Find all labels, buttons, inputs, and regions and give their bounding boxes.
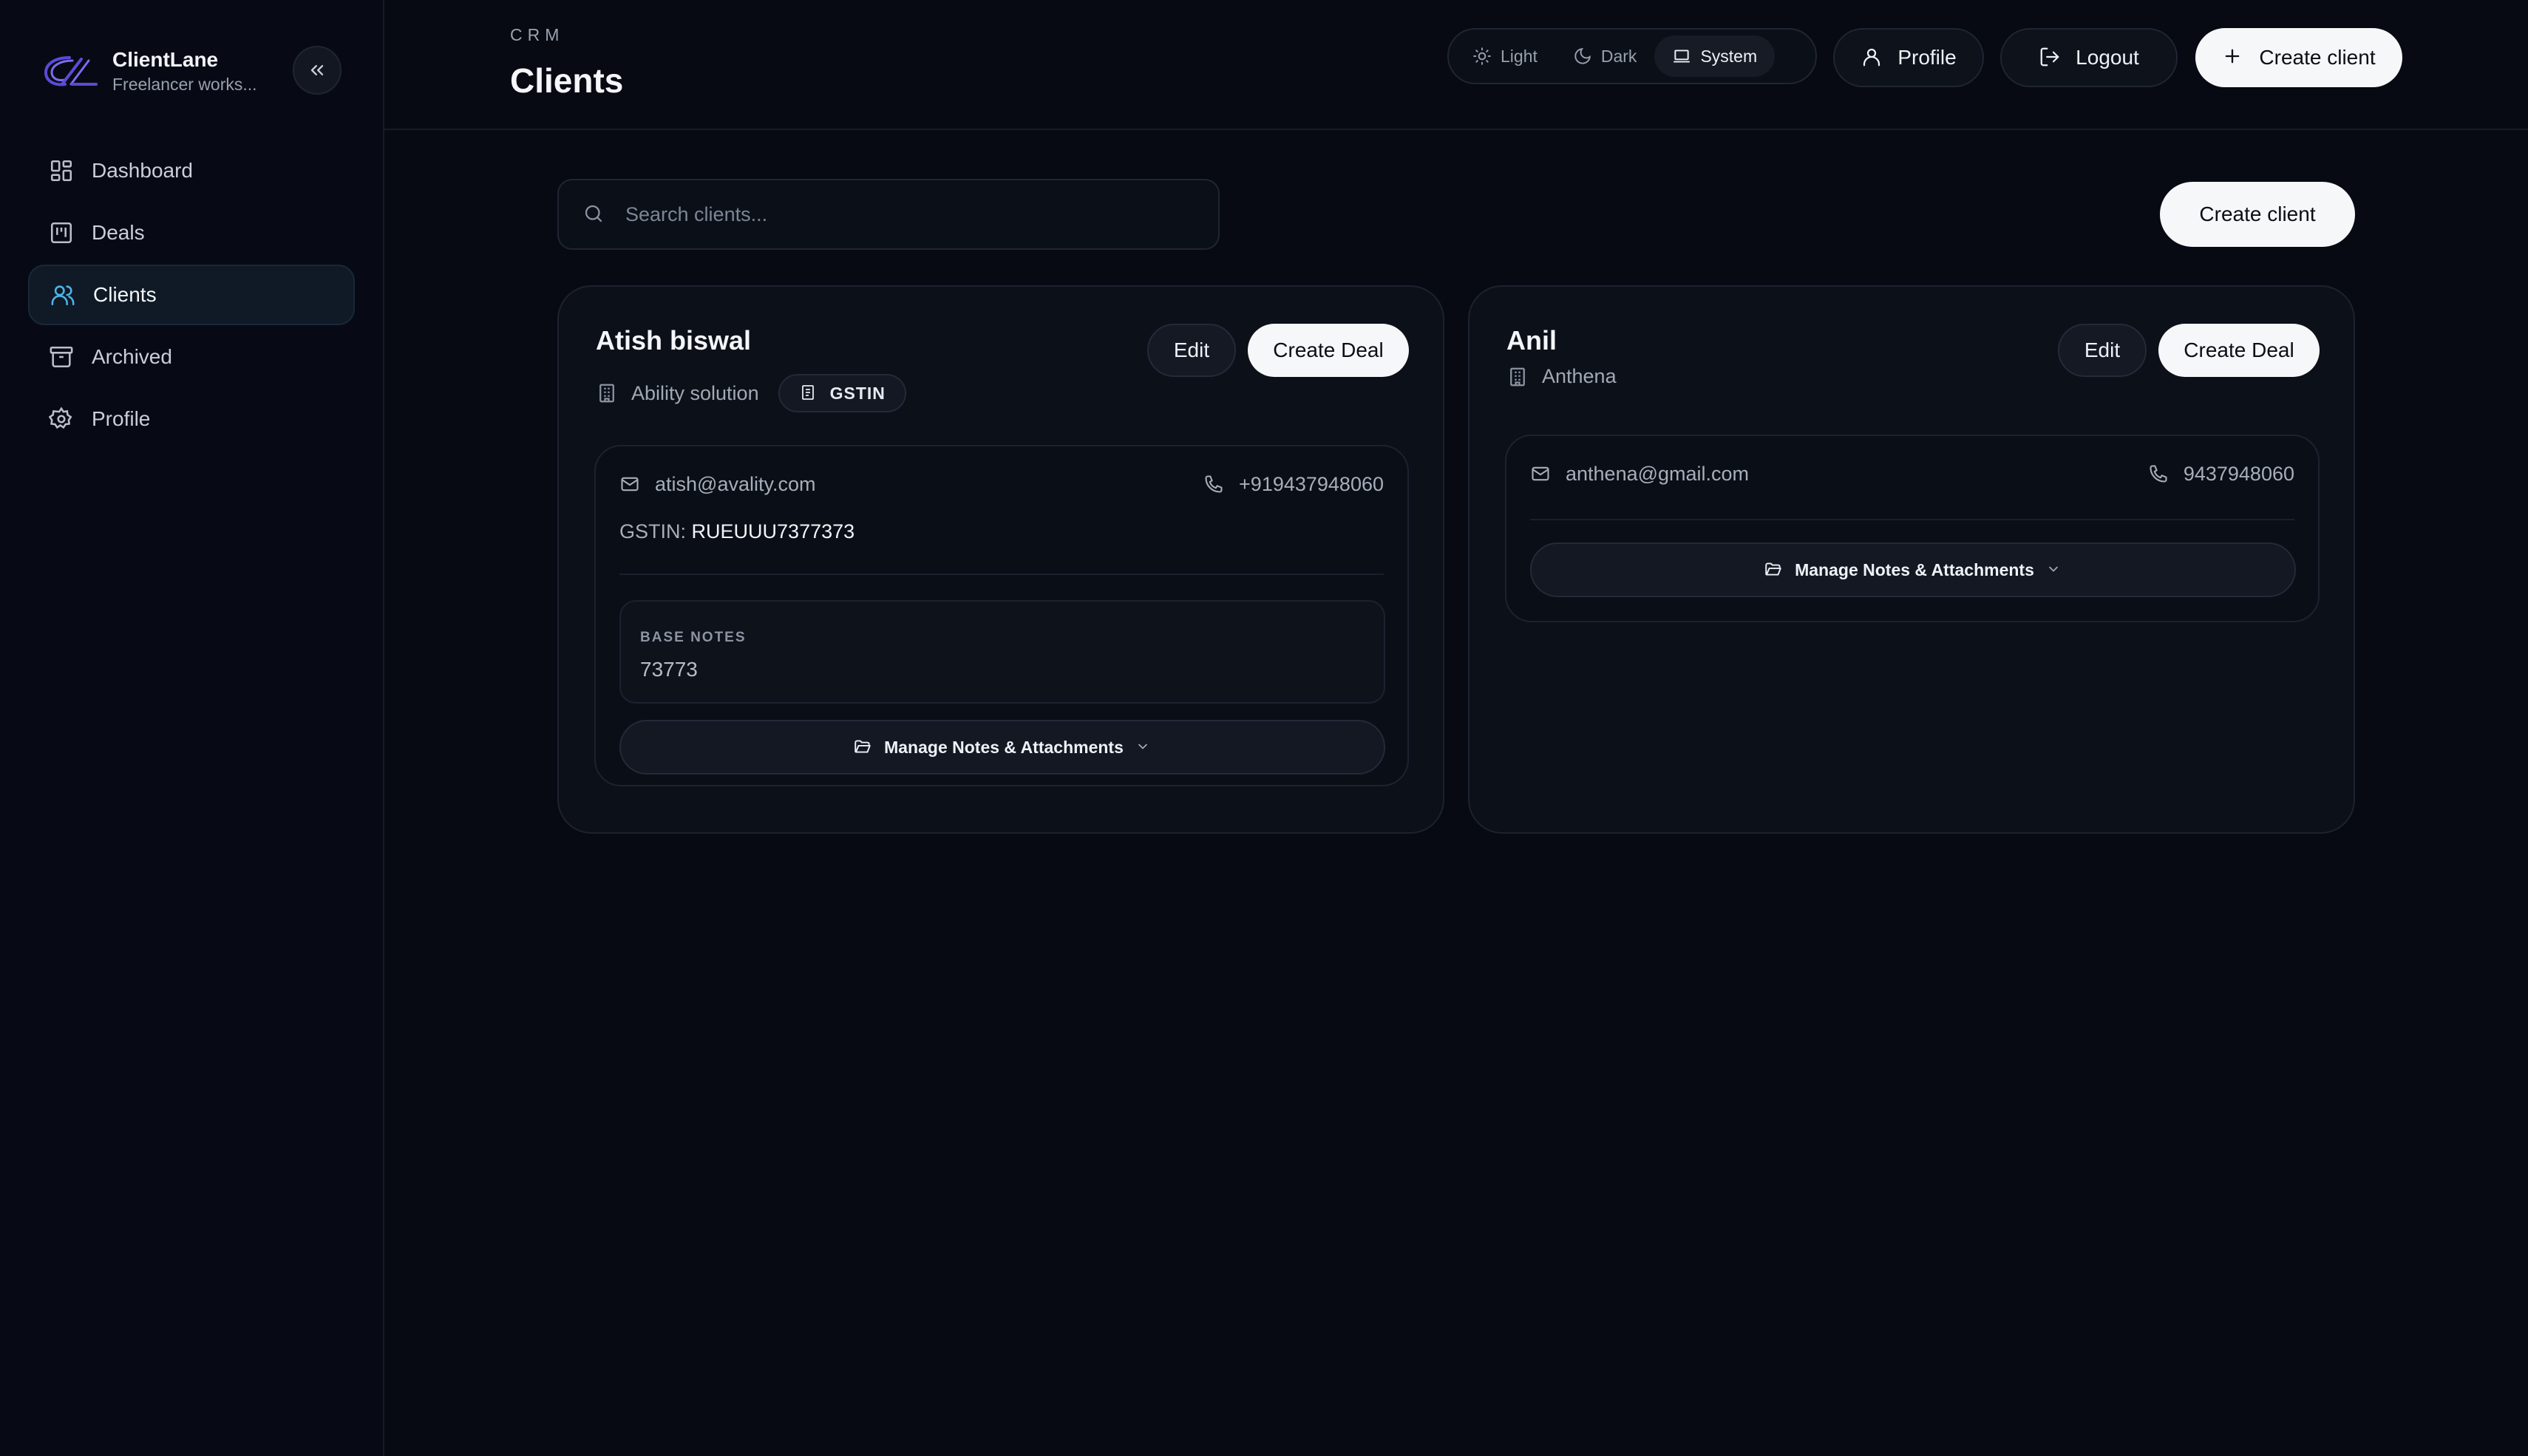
sidebar-item-label: Profile [92, 407, 151, 430]
gear-icon [49, 406, 74, 432]
client-phone[interactable]: 9437948060 [2184, 463, 2294, 486]
client-details-panel: atish@avality.com +919437948060 GSTIN: R… [594, 445, 1409, 786]
client-email[interactable]: anthena@gmail.com [1566, 463, 1749, 486]
header-create-client-button[interactable]: Create client [2195, 28, 2402, 87]
client-company: Anthena [1506, 365, 1617, 388]
cl-logo-icon [40, 43, 102, 99]
gstin-label: GSTIN: [619, 520, 687, 542]
chevrons-left-icon [307, 60, 327, 81]
brand[interactable]: ClientLane Freelancer works... [40, 43, 257, 99]
brand-name: ClientLane [112, 48, 219, 71]
divider [619, 574, 1384, 575]
sidebar-item-archived[interactable]: Archived [28, 327, 355, 387]
chevron-down-icon [2046, 562, 2062, 578]
logout-button-label: Logout [2076, 46, 2139, 69]
create-client-label: Create client [2259, 46, 2376, 69]
sidebar-item-dashboard[interactable]: Dashboard [28, 140, 355, 201]
theme-option-light[interactable]: Light [1455, 35, 1555, 77]
sun-icon [1472, 47, 1492, 66]
base-notes-box: BASE NOTES 73773 [619, 600, 1385, 704]
base-notes-label: BASE NOTES [640, 630, 747, 645]
theme-option-dark[interactable]: Dark [1555, 35, 1655, 77]
search-bar[interactable] [557, 179, 1220, 250]
gstin-badge: GSTIN [778, 374, 906, 412]
edit-client-button[interactable]: Edit [1147, 324, 1236, 377]
user-icon [1861, 46, 1884, 69]
gstin-badge-label: GSTIN [829, 383, 886, 403]
sidebar-item-label: Deals [92, 221, 145, 244]
theme-switcher: Light Dark System [1447, 28, 1817, 84]
breadcrumb: CRM [510, 25, 565, 44]
client-card: Anil Anthena Edit Create Deal anthena@gm… [1468, 285, 2355, 834]
collapse-sidebar-button[interactable] [293, 46, 342, 95]
building-icon [596, 382, 618, 404]
users-icon [50, 282, 75, 307]
phone-icon [2148, 463, 2170, 486]
theme-option-system[interactable]: System [1654, 35, 1776, 77]
building-icon [1506, 366, 1529, 388]
manage-notes-label: Manage Notes & Attachments [1795, 559, 2034, 579]
divider [1530, 519, 2294, 520]
profile-button[interactable]: Profile [1833, 28, 1984, 87]
client-name: Anil [1506, 325, 1557, 356]
client-phone-row: +919437948060 [1203, 473, 1384, 496]
kanban-icon [49, 220, 74, 245]
mail-icon [1530, 463, 1552, 486]
plus-icon [2222, 46, 2246, 69]
receipt-icon [799, 384, 818, 403]
search-icon [582, 203, 606, 226]
profile-button-label: Profile [1897, 46, 1957, 69]
create-deal-button[interactable]: Create Deal [1248, 324, 1409, 377]
client-gstin-row: GSTIN: RUEUUU7377373 [619, 520, 854, 543]
grid-icon [49, 158, 74, 183]
client-email[interactable]: atish@avality.com [655, 473, 815, 496]
client-email-row: anthena@gmail.com [1530, 463, 1749, 486]
theme-option-label: System [1700, 46, 1758, 66]
sidebar: ClientLane Freelancer works... Dashboard… [0, 0, 384, 1456]
create-deal-button[interactable]: Create Deal [2158, 324, 2320, 377]
laptop-icon [1672, 47, 1691, 66]
sidebar-item-label: Dashboard [92, 159, 193, 182]
client-phone-row: 9437948060 [2148, 463, 2294, 486]
gstin-value: RUEUUU7377373 [691, 520, 855, 542]
search-input[interactable] [625, 203, 1202, 226]
chevron-down-icon [1135, 739, 1152, 755]
create-client-button[interactable]: Create client [2160, 182, 2355, 247]
sidebar-item-clients[interactable]: Clients [28, 265, 355, 325]
client-company-name: Anthena [1542, 365, 1617, 387]
sidebar-nav: Dashboard Deals Clients Archived Profile [28, 140, 355, 451]
manage-notes-attachments-button[interactable]: Manage Notes & Attachments [619, 720, 1385, 775]
folder-open-icon [1764, 559, 1784, 580]
sidebar-item-label: Clients [93, 283, 157, 306]
client-name: Atish biswal [596, 325, 752, 356]
base-notes-value: 73773 [640, 658, 698, 681]
archive-icon [49, 344, 74, 370]
client-details-panel: anthena@gmail.com 9437948060 Manage Note… [1505, 435, 2320, 622]
client-company: Ability solution GSTIN [596, 374, 906, 412]
folder-open-icon [853, 737, 874, 758]
client-company-name: Ability solution [631, 381, 759, 404]
page-title: Clients [510, 61, 624, 100]
logout-button[interactable]: Logout [2000, 28, 2178, 87]
theme-option-label: Dark [1600, 46, 1637, 66]
top-header: CRM Clients Light Dark System Profile Lo… [384, 0, 2528, 130]
brand-subtitle: Freelancer works... [112, 75, 257, 94]
mail-icon [619, 474, 642, 496]
client-phone[interactable]: +919437948060 [1239, 473, 1384, 496]
client-card: Atish biswal Ability solution GSTIN Edit… [557, 285, 1444, 834]
sidebar-item-deals[interactable]: Deals [28, 203, 355, 263]
manage-notes-attachments-button[interactable]: Manage Notes & Attachments [1530, 542, 2296, 597]
client-email-row: atish@avality.com [619, 473, 815, 496]
logout-icon [2039, 46, 2062, 69]
sidebar-item-profile[interactable]: Profile [28, 389, 355, 449]
sidebar-item-label: Archived [92, 345, 172, 368]
theme-option-label: Light [1501, 46, 1537, 66]
moon-icon [1573, 47, 1592, 66]
edit-client-button[interactable]: Edit [2058, 324, 2147, 377]
manage-notes-label: Manage Notes & Attachments [884, 737, 1124, 757]
phone-icon [1203, 474, 1226, 496]
app-root: ClientLane Freelancer works... Dashboard… [0, 0, 2528, 1456]
